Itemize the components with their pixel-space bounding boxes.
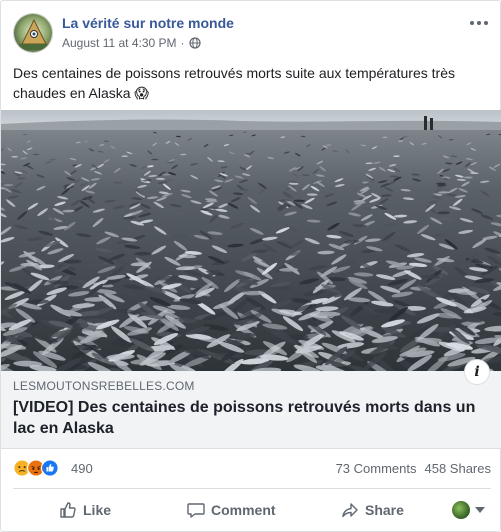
comment-button[interactable]: Comment [187, 492, 276, 528]
globe-icon[interactable] [188, 37, 201, 49]
share-button[interactable]: Share [341, 492, 404, 528]
page-avatar[interactable] [13, 13, 53, 53]
shares-count[interactable]: 458 Shares [425, 461, 492, 476]
post-message: Des centaines de poissons retrouvés mort… [13, 65, 455, 101]
user-avatar-icon [452, 501, 470, 519]
fish-shape [22, 134, 27, 136]
dead-fish-photo [1, 110, 501, 371]
share-label: Share [365, 502, 404, 518]
post-actions: Like Comment Share [13, 492, 491, 528]
like-icon [41, 459, 59, 477]
avatar-emblem-icon [14, 14, 52, 52]
engagement-counts: 73 Comments 458 Shares [336, 461, 491, 476]
post-header: La vérité sur notre monde August 11 at 4… [13, 13, 491, 55]
post-timestamp[interactable]: August 11 at 4:30 PM [62, 36, 177, 50]
caret-down-icon [475, 507, 485, 513]
actions-divider [13, 488, 491, 489]
audience-selector[interactable] [452, 501, 485, 519]
comment-icon [187, 503, 205, 518]
reaction-count[interactable]: 490 [71, 461, 93, 476]
link-domain: LESMOUTONSREBELLES.COM [13, 379, 195, 393]
link-preview-card[interactable]: i LESMOUTONSREBELLES.COM [VIDEO] Des cen… [1, 359, 501, 449]
reaction-icons[interactable] [13, 459, 69, 477]
meta-separator: · [180, 36, 185, 50]
ellipsis-icon[interactable] [467, 13, 491, 33]
page-name-link[interactable]: La vérité sur notre monde [62, 15, 234, 31]
post-photo[interactable] [1, 110, 501, 371]
reactions-bar: 490 73 Comments 458 Shares [13, 457, 491, 479]
like-button[interactable]: Like [59, 492, 111, 528]
like-label: Like [83, 502, 112, 518]
post-meta: August 11 at 4:30 PM · [62, 36, 201, 50]
comments-count[interactable]: 73 Comments [336, 461, 417, 476]
comment-label: Comment [211, 502, 276, 518]
share-arrow-icon [342, 503, 358, 518]
info-icon[interactable]: i [464, 359, 490, 385]
thumbs-up-icon [60, 502, 76, 518]
link-title[interactable]: [VIDEO] Des centaines de poissons retrou… [13, 397, 483, 439]
facebook-post: La vérité sur notre monde August 11 at 4… [0, 0, 501, 532]
